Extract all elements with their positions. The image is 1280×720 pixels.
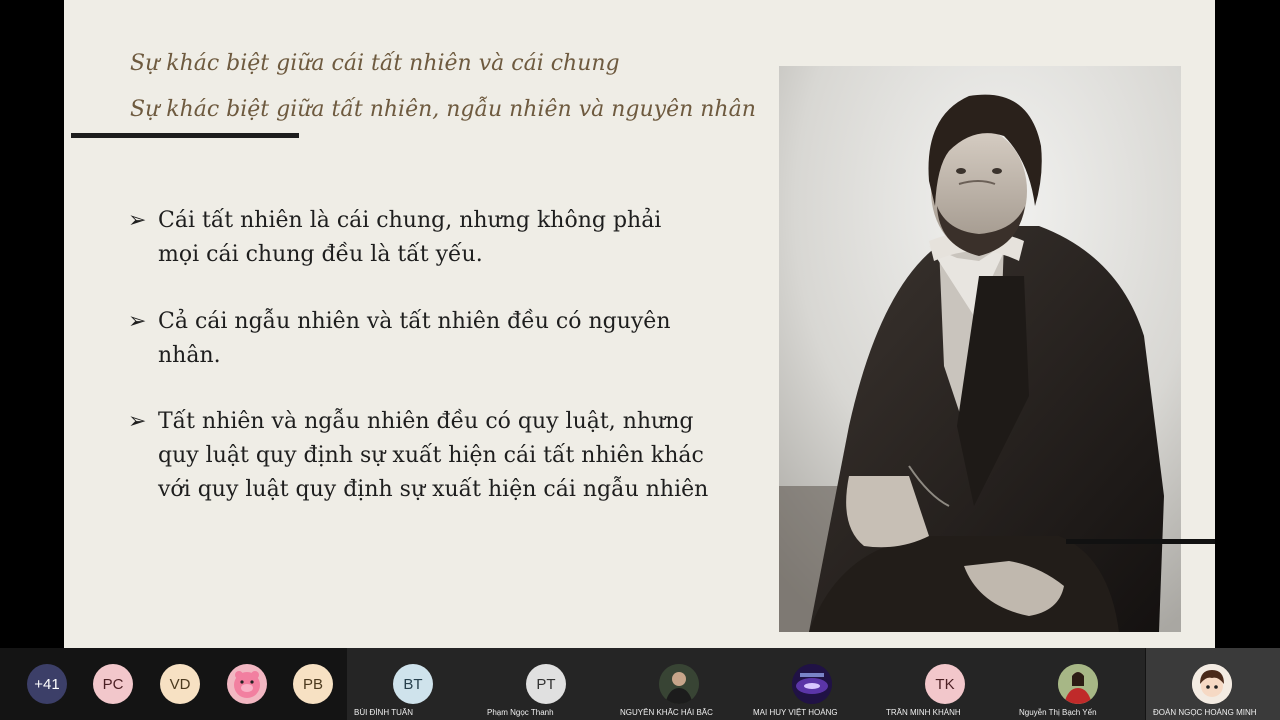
participant-initials: TK bbox=[935, 675, 955, 693]
participant-avatar: BT bbox=[393, 664, 433, 704]
bullet-2-line-1: Cả cái ngẫu nhiên và tất nhiên đều có ng… bbox=[158, 309, 671, 334]
participant-photo-avatar bbox=[659, 664, 699, 704]
participant-name: BÙI ĐÌNH TUẤN bbox=[354, 708, 413, 717]
slide-heading-1: Sự khác biệt giữa cái tất nhiên và cái c… bbox=[130, 51, 620, 76]
cartoon-avatar-icon bbox=[1192, 664, 1232, 704]
bullet-3-line-1: Tất nhiên và ngẫu nhiên đều có quy luật,… bbox=[158, 409, 694, 434]
slide-divider bbox=[1066, 539, 1215, 544]
participant-bar: +41 PC VD PB BT BÙI ĐÌNH TUẤN PT Phạm Ng… bbox=[0, 648, 1280, 720]
participant-avatar[interactable]: PB bbox=[293, 664, 333, 704]
participant-name: MAI HUY VIỆT HOÀNG bbox=[753, 708, 838, 717]
participant-tile[interactable]: TK TRẦN MINH KHÁNH bbox=[879, 648, 1012, 720]
participant-initials: BT bbox=[403, 675, 423, 693]
bullet-arrow-icon: ➢ bbox=[128, 208, 147, 233]
participant-avatar[interactable] bbox=[227, 664, 267, 704]
participant-photo-avatar bbox=[1192, 664, 1232, 704]
participant-name: Nguyễn Thị Bạch Yến bbox=[1019, 708, 1097, 717]
portrait-photo bbox=[779, 66, 1181, 632]
participant-name: ĐOÀN NGỌC HOÀNG MINH bbox=[1153, 708, 1257, 717]
heading-divider bbox=[71, 133, 299, 138]
more-participants-button[interactable]: +41 bbox=[27, 664, 67, 704]
more-participants-count: +41 bbox=[34, 675, 60, 693]
pig-avatar-icon bbox=[234, 671, 260, 698]
person-photo-icon bbox=[1058, 664, 1098, 704]
bullet-item-1: ➢ Cái tất nhiên là cái chung, nhưng khôn… bbox=[128, 204, 768, 272]
bullet-item-3: ➢ Tất nhiên và ngẫu nhiên đều có quy luậ… bbox=[128, 405, 768, 507]
bullet-item-2: ➢ Cả cái ngẫu nhiên và tất nhiên đều có … bbox=[128, 305, 768, 373]
bullet-1-line-2: mọi cái chung đều là tất yếu. bbox=[158, 242, 483, 267]
participant-tile[interactable]: BT BÙI ĐÌNH TUẤN bbox=[347, 648, 480, 720]
participant-initials: PT bbox=[536, 675, 556, 693]
participant-initials: VD bbox=[169, 675, 191, 693]
participant-avatar: TK bbox=[925, 664, 965, 704]
participant-tile[interactable]: ĐOÀN NGỌC HOÀNG MINH bbox=[1146, 648, 1280, 720]
person-photo-icon bbox=[659, 664, 699, 704]
participant-tile[interactable]: Nguyễn Thị Bạch Yến bbox=[1012, 648, 1145, 720]
participant-name: NGUYỄN KHẮC HẢI BẮC bbox=[620, 708, 713, 717]
bullet-arrow-icon: ➢ bbox=[128, 409, 147, 434]
bullet-3-line-3: với quy luật quy định sự xuất hiện cái n… bbox=[158, 477, 709, 502]
participant-name: TRẦN MINH KHÁNH bbox=[886, 708, 961, 717]
participant-avatar[interactable]: VD bbox=[160, 664, 200, 704]
participant-photo-avatar bbox=[1058, 664, 1098, 704]
participant-initials: PC bbox=[102, 675, 124, 693]
participant-name: Phạm Ngọc Thanh bbox=[487, 708, 554, 717]
bullet-2-line-2: nhân. bbox=[158, 343, 221, 368]
slide-heading-2: Sự khác biệt giữa tất nhiên, ngẫu nhiên … bbox=[130, 97, 756, 122]
bullet-1-line-1: Cái tất nhiên là cái chung, nhưng không … bbox=[158, 208, 662, 233]
participant-avatar: PT bbox=[526, 664, 566, 704]
participant-avatar[interactable]: PC bbox=[93, 664, 133, 704]
participant-tile[interactable]: NGUYỄN KHẮC HẢI BẮC bbox=[613, 648, 746, 720]
galaxy-avatar-icon bbox=[792, 664, 832, 704]
participant-tile[interactable]: PT Phạm Ngọc Thanh bbox=[480, 648, 613, 720]
presentation-slide: Sự khác biệt giữa cái tất nhiên và cái c… bbox=[64, 0, 1215, 648]
participant-photo-avatar bbox=[792, 664, 832, 704]
bullet-arrow-icon: ➢ bbox=[128, 309, 147, 334]
participant-initials: PB bbox=[302, 675, 323, 693]
bullet-3-line-2: quy luật quy định sự xuất hiện cái tất n… bbox=[158, 443, 704, 468]
participant-tile[interactable]: MAI HUY VIỆT HOÀNG bbox=[746, 648, 879, 720]
